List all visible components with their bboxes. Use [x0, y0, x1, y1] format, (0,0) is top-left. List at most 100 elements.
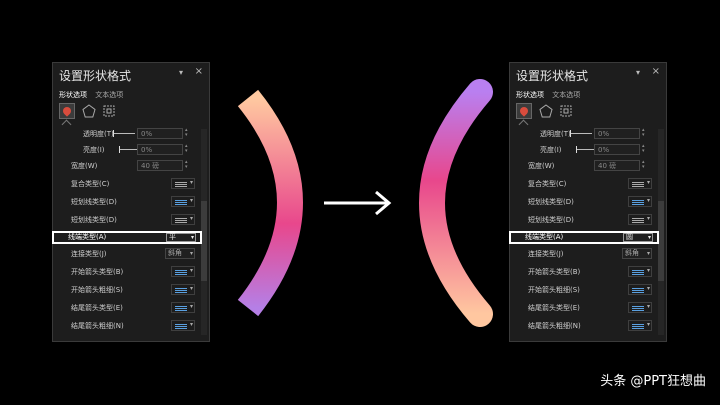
dash-style-label: 短划线类型(D)	[528, 216, 574, 224]
cap-type-label: 线端类型(A)	[68, 233, 107, 241]
dash-label: 短划线类型(D)	[528, 198, 574, 206]
panel-title: 设置形状格式	[59, 69, 132, 83]
width-input[interactable]: 40 磅	[137, 160, 183, 171]
panel-tabs: 形状选项 文本选项	[516, 90, 586, 100]
join-type-dropdown[interactable]: 斜角	[165, 248, 195, 259]
cap-type-label: 线端类型(A)	[525, 233, 564, 241]
end-arrow-type-row: 结尾箭头类型(E)	[510, 300, 658, 315]
begin-arrow-size-label: 开始箭头粗细(S)	[528, 286, 580, 294]
end-arrow-type-dropdown[interactable]	[628, 300, 652, 314]
compound-label: 复合类型(C)	[71, 180, 110, 188]
begin-arrow-size-dropdown[interactable]	[171, 282, 195, 296]
end-arrow-size-label: 结尾箭头粗细(N)	[71, 322, 124, 330]
transparency-input[interactable]: 0%	[137, 128, 183, 139]
transparency-spinner[interactable]: ▴ ▾	[642, 128, 648, 138]
begin-arrow-type-row: 开始箭头类型(B)	[510, 264, 658, 279]
brightness-input[interactable]: 0%	[137, 144, 183, 155]
begin-arrow-type-dropdown[interactable]	[171, 264, 195, 278]
dash-row: 短划线类型(D)	[510, 194, 658, 209]
begin-arrow-type-label: 开始箭头类型(B)	[528, 268, 581, 276]
close-button[interactable]: ×	[195, 66, 203, 77]
cap-type-dropdown[interactable]: 平	[166, 233, 196, 242]
begin-arrow-type-row: 开始箭头类型(B)	[53, 264, 201, 279]
tab-shape-options[interactable]: 形状选项	[59, 91, 87, 99]
effects-icon[interactable]	[81, 103, 97, 119]
tab-shape-options[interactable]: 形状选项	[516, 91, 544, 99]
fill-line-icon[interactable]	[59, 103, 75, 119]
dash-row: 短划线类型(D)	[53, 194, 201, 209]
end-arrow-size-dropdown[interactable]	[171, 318, 195, 332]
join-label: 连接类型(J)	[71, 250, 107, 258]
end-arrow-type-label: 结尾箭头类型(E)	[71, 304, 123, 312]
join-row: 连接类型(J) 斜角	[53, 247, 201, 261]
cap-type-row: 线端类型(A) 圆	[509, 231, 659, 244]
transparency-input[interactable]: 0%	[594, 128, 640, 139]
end-arrow-size-row: 结尾箭头粗细(N)	[510, 318, 658, 333]
join-type-dropdown[interactable]: 斜角	[622, 248, 652, 259]
dash-style-row: 短划线类型(D)	[510, 212, 658, 227]
format-shape-panel-right: 设置形状格式 ▾ × 形状选项 文本选项 透明度(T) 0% ▴ ▾ 亮度(I) …	[509, 62, 667, 342]
end-arrow-type-dropdown[interactable]	[171, 300, 195, 314]
transparency-label: 透明度(T)	[83, 130, 114, 138]
dash-style-dropdown[interactable]	[171, 212, 195, 226]
tab-text-options[interactable]: 文本选项	[95, 91, 123, 99]
dash-style-row: 短划线类型(D)	[53, 212, 201, 227]
dash-type-dropdown[interactable]	[171, 194, 195, 208]
brightness-label: 亮度(I)	[540, 146, 562, 154]
width-spinner[interactable]: ▴ ▾	[185, 160, 191, 170]
compound-label: 复合类型(C)	[528, 180, 567, 188]
panel-title: 设置形状格式	[516, 69, 589, 83]
size-properties-icon[interactable]	[558, 103, 574, 119]
end-arrow-type-row: 结尾箭头类型(E)	[53, 300, 201, 315]
end-arrow-size-label: 结尾箭头粗细(N)	[528, 322, 581, 330]
arc-round-cap	[419, 79, 493, 327]
width-row: 宽度(W) 40 磅 ▴ ▾	[510, 159, 658, 173]
begin-arrow-size-dropdown[interactable]	[628, 282, 652, 296]
watermark: 头条 @PPT狂想曲	[600, 374, 706, 389]
panel-options-button[interactable]: ▾	[636, 68, 640, 77]
begin-arrow-size-row: 开始箭头粗细(S)	[53, 282, 201, 297]
brightness-input[interactable]: 0%	[594, 144, 640, 155]
cap-type-dropdown[interactable]: 圆	[623, 233, 653, 242]
join-label: 连接类型(J)	[528, 250, 564, 258]
effects-icon[interactable]	[538, 103, 554, 119]
transparency-spinner[interactable]: ▴ ▾	[185, 128, 191, 138]
right-arrow-icon	[324, 190, 392, 216]
end-arrow-size-dropdown[interactable]	[628, 318, 652, 332]
arc-flat-cap	[237, 89, 303, 317]
transparency-slider[interactable]	[113, 130, 135, 137]
dash-type-dropdown[interactable]	[628, 194, 652, 208]
end-arrow-type-label: 结尾箭头类型(E)	[528, 304, 580, 312]
brightness-spinner[interactable]: ▴ ▾	[642, 144, 648, 154]
width-input[interactable]: 40 磅	[594, 160, 640, 171]
tab-text-options[interactable]: 文本选项	[552, 91, 580, 99]
dash-label: 短划线类型(D)	[71, 198, 117, 206]
width-label: 宽度(W)	[71, 162, 98, 170]
format-shape-panel-left: 设置形状格式 ▾ × 形状选项 文本选项 透明度(T) 0% ▴ ▾ 亮度(I) …	[52, 62, 210, 342]
begin-arrow-type-label: 开始箭头类型(B)	[71, 268, 124, 276]
compound-type-dropdown[interactable]	[628, 176, 652, 190]
compound-type-dropdown[interactable]	[171, 176, 195, 190]
panel-options-button[interactable]: ▾	[179, 68, 183, 77]
begin-arrow-size-label: 开始箭头粗细(S)	[71, 286, 123, 294]
end-arrow-size-row: 结尾箭头粗细(N)	[53, 318, 201, 333]
dash-style-label: 短划线类型(D)	[71, 216, 117, 224]
width-spinner[interactable]: ▴ ▾	[642, 160, 648, 170]
close-button[interactable]: ×	[652, 66, 660, 77]
begin-arrow-type-dropdown[interactable]	[628, 264, 652, 278]
size-properties-icon[interactable]	[101, 103, 117, 119]
width-label: 宽度(W)	[528, 162, 555, 170]
brightness-row: 亮度(I) 0% ▴ ▾	[53, 143, 201, 157]
category-icons	[59, 103, 119, 121]
width-row: 宽度(W) 40 磅 ▴ ▾	[53, 159, 201, 173]
compound-row: 复合类型(C)	[53, 176, 201, 191]
category-icons	[516, 103, 576, 121]
join-row: 连接类型(J) 斜角	[510, 247, 658, 261]
transparency-label: 透明度(T)	[540, 130, 571, 138]
dash-style-dropdown[interactable]	[628, 212, 652, 226]
fill-line-icon[interactable]	[516, 103, 532, 119]
transparency-slider[interactable]	[570, 130, 592, 137]
brightness-spinner[interactable]: ▴ ▾	[185, 144, 191, 154]
transparency-row: 透明度(T) 0% ▴ ▾	[53, 127, 201, 141]
brightness-label: 亮度(I)	[83, 146, 105, 154]
